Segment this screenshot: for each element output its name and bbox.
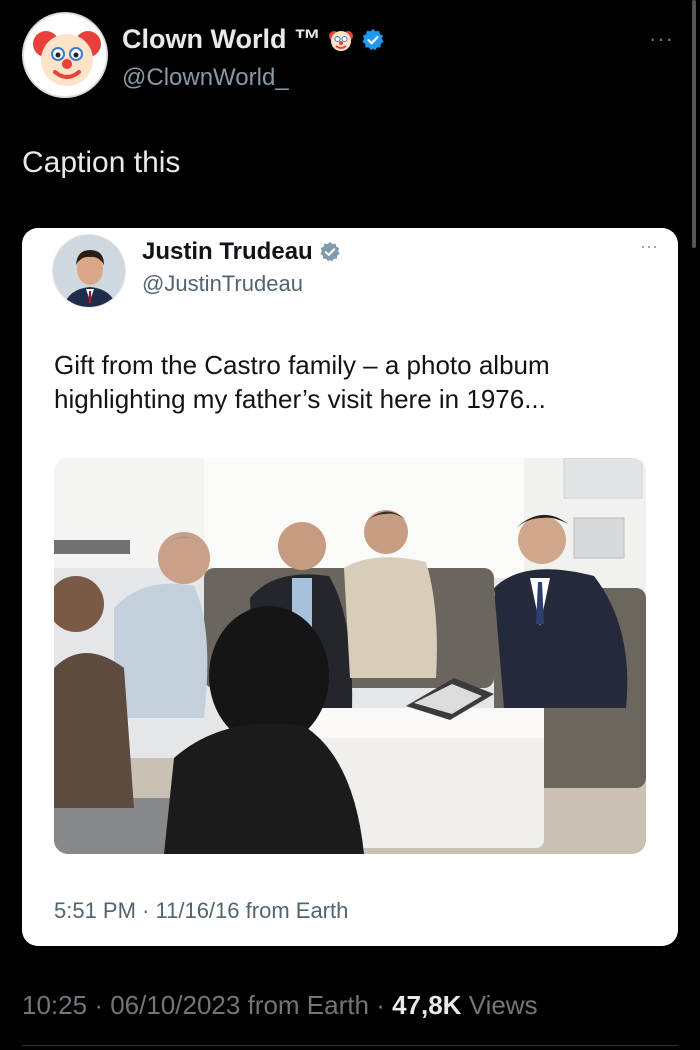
views-label: Views <box>468 990 538 1020</box>
more-icon[interactable]: ··· <box>640 236 658 257</box>
meeting-photo <box>54 458 646 854</box>
quoted-name-row: Justin Trudeau <box>142 238 341 266</box>
quoted-tweet-timestamp: 5:51 PM · 11/16/16 from Earth <box>54 898 348 924</box>
tweet-meta: 10:25 · 06/10/2023 from Earth · 47,8K Vi… <box>22 990 538 1021</box>
quoted-handle[interactable]: @JustinTrudeau <box>142 271 303 297</box>
divider <box>22 1045 678 1046</box>
separator-dot: · <box>142 898 156 923</box>
tweet-text: Caption this <box>22 146 181 179</box>
scrollbar[interactable] <box>692 0 696 248</box>
quoted-source: from Earth <box>245 898 349 923</box>
clown-face-icon <box>328 30 353 51</box>
verified-badge-icon <box>319 241 340 262</box>
tweet-photo[interactable] <box>54 458 646 854</box>
separator-dot: · <box>376 990 393 1020</box>
name-row: Clown World ™ <box>122 24 385 55</box>
post-time[interactable]: 10:25 <box>22 990 87 1020</box>
person-avatar-icon <box>53 235 125 307</box>
quoted-date[interactable]: 11/16/16 <box>156 898 240 923</box>
clown-face-icon <box>24 14 106 96</box>
handle[interactable]: @ClownWorld_ <box>122 64 289 92</box>
verified-badge-icon <box>362 28 384 50</box>
post-date[interactable]: 06/10/2023 <box>110 990 240 1020</box>
quoted-display-name[interactable]: Justin Trudeau <box>142 238 313 266</box>
clown-avatar[interactable] <box>22 12 108 98</box>
quoted-tweet-text: Gift from the Castro family – a photo al… <box>54 350 550 414</box>
post-source: from Earth <box>247 990 369 1020</box>
more-icon[interactable]: ··· <box>649 26 674 52</box>
quoted-time[interactable]: 5:51 PM <box>54 898 136 923</box>
separator-dot: · <box>94 990 111 1020</box>
tweet-header: Clown World ™ @ClownWorld_ ··· <box>22 12 682 102</box>
quoted-tweet-card[interactable]: Justin Trudeau @JustinTrudeau ··· Gift f… <box>22 228 678 946</box>
display-name[interactable]: Clown World ™ <box>122 24 321 55</box>
views-count[interactable]: 47,8K <box>392 990 461 1020</box>
trudeau-avatar[interactable] <box>52 234 126 308</box>
